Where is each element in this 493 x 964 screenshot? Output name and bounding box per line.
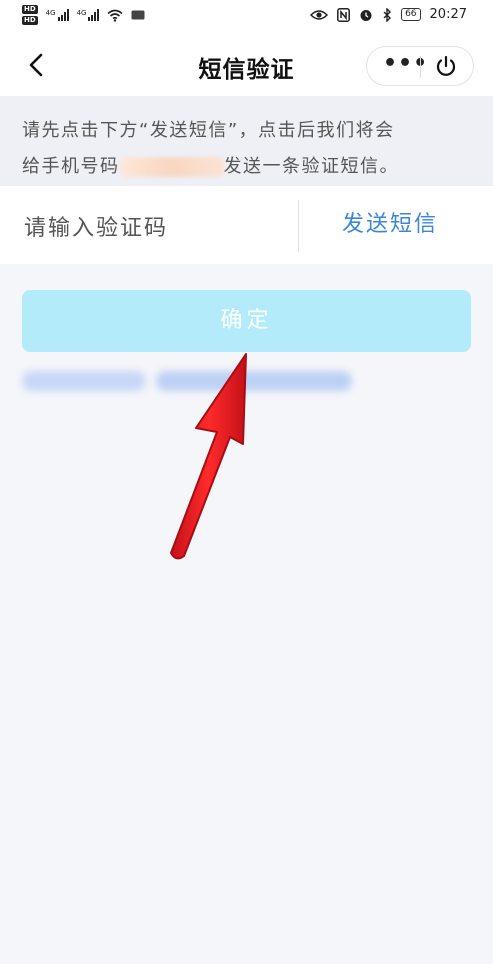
battery-icon: 66 bbox=[401, 8, 421, 21]
instruction-line-2: 给手机号码 发送一条验证短信。 bbox=[22, 152, 399, 178]
network-type-1: 4G bbox=[45, 9, 56, 17]
hd-indicators: HD HD bbox=[22, 5, 38, 25]
status-right: 66 20:27 bbox=[310, 7, 467, 22]
instruction-panel: 请先点击下方“发送短信”，点击后我们将会 给手机号码 发送一条验证短信。 bbox=[0, 96, 493, 186]
wifi-icon bbox=[107, 9, 123, 22]
network-type-2: 4G bbox=[76, 9, 87, 17]
status-bar: HD HD 4G 4G 66 20:27 bbox=[0, 0, 493, 34]
power-icon[interactable] bbox=[433, 54, 459, 80]
clock-time: 20:27 bbox=[429, 7, 467, 22]
status-left: HD HD 4G 4G bbox=[22, 5, 145, 25]
bluetooth-icon bbox=[383, 7, 392, 22]
blurred-text-1 bbox=[22, 371, 146, 391]
eye-icon bbox=[310, 9, 329, 20]
more-button[interactable]: ••• bbox=[383, 53, 427, 78]
notification-icon bbox=[131, 10, 145, 20]
mini-program-capsule: ••• bbox=[366, 46, 474, 86]
instruction-prefix: 给手机号码 bbox=[22, 156, 120, 177]
send-sms-button[interactable]: 发送短信 bbox=[342, 206, 438, 238]
signal-2-icon: 4G bbox=[77, 9, 100, 21]
input-divider bbox=[298, 200, 299, 252]
instruction-suffix: 发送一条验证短信。 bbox=[223, 156, 399, 177]
hd-badge-1: HD bbox=[22, 5, 38, 14]
nfc-icon bbox=[337, 7, 351, 22]
confirm-button[interactable]: 确定 bbox=[22, 290, 471, 352]
blurred-text-2 bbox=[156, 371, 352, 391]
signal-1-icon: 4G bbox=[46, 9, 69, 21]
hd-badge-2: HD bbox=[22, 16, 38, 25]
alarm-icon bbox=[360, 9, 372, 21]
instruction-line-1: 请先点击下方“发送短信”，点击后我们将会 bbox=[22, 120, 395, 141]
verification-code-row: 发送短信 bbox=[0, 186, 493, 264]
verification-code-input[interactable] bbox=[22, 210, 276, 246]
capsule-divider bbox=[420, 56, 421, 78]
masked-phone-number bbox=[119, 157, 224, 177]
nav-bar: 短信验证 ••• bbox=[0, 34, 493, 96]
